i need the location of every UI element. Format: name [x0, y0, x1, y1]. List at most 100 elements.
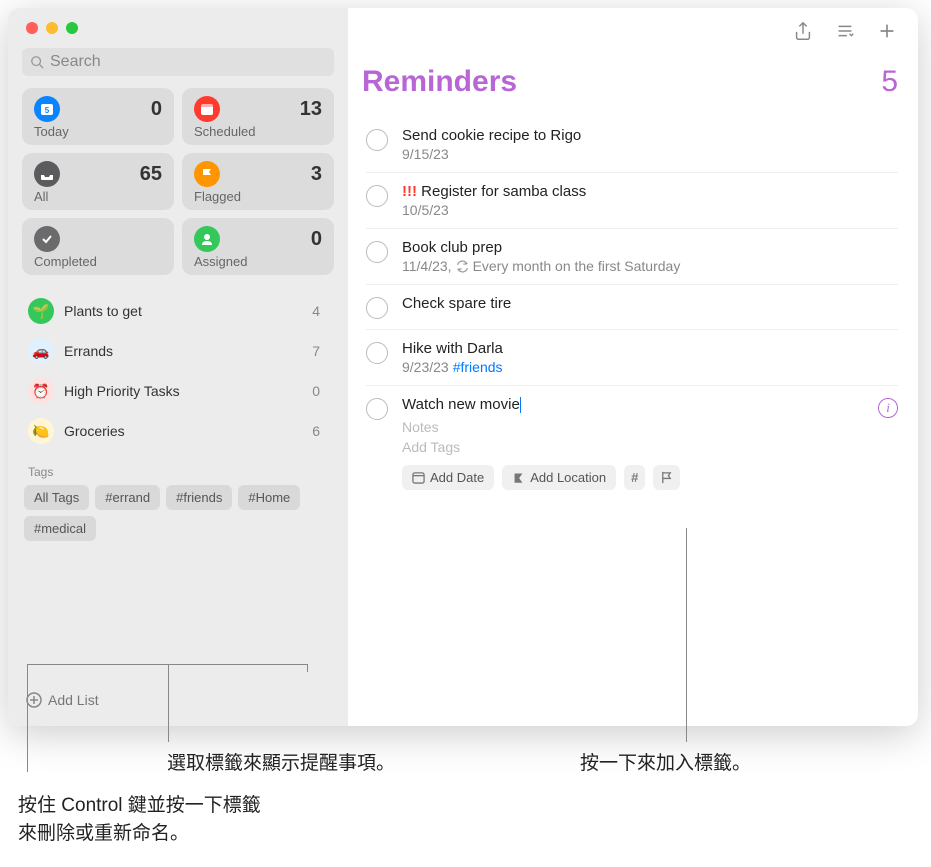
- reminders-list: Send cookie recipe to Rigo 9/15/23 !!! R…: [362, 117, 898, 500]
- location-icon: [512, 471, 525, 484]
- person-icon: [194, 226, 220, 252]
- add-date-button[interactable]: Add Date: [402, 465, 494, 490]
- tag-errand[interactable]: #errand: [95, 485, 160, 510]
- card-count: 3: [311, 163, 322, 186]
- list-count: 4: [312, 303, 320, 319]
- card-count: 65: [140, 163, 162, 186]
- list-icon: 🚗: [28, 338, 54, 364]
- plus-circle-icon: [26, 692, 42, 708]
- card-count: 13: [300, 98, 322, 121]
- complete-checkbox[interactable]: [366, 241, 388, 263]
- reminder-item[interactable]: Check spare tire: [366, 285, 898, 330]
- complete-checkbox[interactable]: [366, 297, 388, 319]
- list-item[interactable]: ⏰ High Priority Tasks 0: [22, 371, 334, 411]
- add-reminder-button[interactable]: [876, 20, 898, 47]
- add-list-button[interactable]: Add List: [22, 684, 334, 716]
- calendar-icon: [412, 471, 425, 484]
- list-total-count: 5: [881, 65, 898, 99]
- reminder-tag[interactable]: #friends: [453, 359, 503, 375]
- search-input[interactable]: Search: [22, 48, 334, 76]
- add-location-button[interactable]: Add Location: [502, 465, 616, 490]
- reminder-title: Book club prep: [402, 239, 898, 256]
- share-button[interactable]: [792, 20, 814, 47]
- reminder-date: 10/5/23: [402, 202, 898, 218]
- tag-medical[interactable]: #medical: [24, 516, 96, 541]
- list-header: Reminders 5: [362, 65, 898, 99]
- reminder-item[interactable]: Send cookie recipe to Rigo 9/15/23: [366, 117, 898, 173]
- window-controls: [22, 8, 334, 48]
- list-item[interactable]: 🚗 Errands 7: [22, 331, 334, 371]
- reminder-title: Hike with Darla: [402, 340, 898, 357]
- add-tags-placeholder[interactable]: Add Tags: [402, 439, 864, 455]
- tag-home[interactable]: #Home: [238, 485, 300, 510]
- add-list-label: Add List: [48, 692, 99, 708]
- minimize-window-button[interactable]: [46, 22, 58, 34]
- list-item[interactable]: 🍋 Groceries 6: [22, 411, 334, 451]
- reminder-date: 9/15/23: [402, 146, 898, 162]
- complete-checkbox[interactable]: [366, 398, 388, 420]
- complete-checkbox[interactable]: [366, 185, 388, 207]
- sidebar-lists: 🌱 Plants to get 4 🚗 Errands 7 ⏰ High Pri…: [22, 291, 334, 451]
- notes-placeholder[interactable]: Notes: [402, 419, 864, 435]
- plus-icon: [876, 20, 898, 42]
- card-completed[interactable]: Completed: [22, 218, 174, 275]
- list-name: Groceries: [64, 423, 302, 439]
- callout-click-add-tag: 按一下來加入標籤。: [580, 748, 751, 775]
- card-label: Scheduled: [194, 124, 322, 139]
- add-flag-button[interactable]: [653, 465, 680, 490]
- flag-icon: [660, 471, 673, 484]
- complete-checkbox[interactable]: [366, 342, 388, 364]
- reminder-date: 11/4/23, Every month on the first Saturd…: [402, 258, 898, 274]
- card-label: Flagged: [194, 189, 322, 204]
- list-icon: ⏰: [28, 378, 54, 404]
- reminder-item[interactable]: !!! Register for samba class 10/5/23: [366, 173, 898, 229]
- main-panel: Reminders 5 Send cookie recipe to Rigo 9…: [348, 8, 918, 726]
- reminder-title: Check spare tire: [402, 295, 898, 312]
- card-flagged[interactable]: 3 Flagged: [182, 153, 334, 210]
- card-label: Completed: [34, 254, 162, 269]
- tag-all[interactable]: All Tags: [24, 485, 89, 510]
- reminder-item[interactable]: Book club prep 11/4/23, Every month on t…: [366, 229, 898, 285]
- info-button[interactable]: i: [878, 398, 898, 418]
- list-count: 0: [312, 383, 320, 399]
- reminder-item[interactable]: Hike with Darla 9/23/23 #friends: [366, 330, 898, 386]
- list-name: Plants to get: [64, 303, 302, 319]
- list-icon: 🌱: [28, 298, 54, 324]
- search-icon: [30, 55, 44, 69]
- hash-icon: #: [631, 470, 638, 485]
- complete-checkbox[interactable]: [366, 129, 388, 151]
- list-title: Reminders: [362, 65, 517, 99]
- add-tag-button[interactable]: #: [624, 465, 645, 490]
- close-window-button[interactable]: [26, 22, 38, 34]
- card-today[interactable]: 5 0 Today: [22, 88, 174, 145]
- sidebar: Search 5 0 Today 13 Scheduled 6: [8, 8, 348, 726]
- toolbar: [362, 8, 898, 57]
- svg-text:5: 5: [45, 106, 50, 115]
- calendar-today-icon: 5: [34, 96, 60, 122]
- view-options-button[interactable]: [834, 20, 856, 47]
- reminder-title: !!! Register for samba class: [402, 183, 898, 200]
- tag-friends[interactable]: #friends: [166, 485, 232, 510]
- card-count: 0: [311, 228, 322, 251]
- card-scheduled[interactable]: 13 Scheduled: [182, 88, 334, 145]
- callout-control-click-line1: 按住 Control 鍵並按一下標籤: [18, 790, 261, 817]
- card-count: 0: [151, 98, 162, 121]
- list-item[interactable]: 🌱 Plants to get 4: [22, 291, 334, 331]
- reminder-item-editing[interactable]: Watch new movie Notes Add Tags Add Date …: [366, 386, 898, 500]
- reminder-title-input[interactable]: Watch new movie: [402, 396, 864, 413]
- search-placeholder: Search: [50, 53, 101, 71]
- list-name: Errands: [64, 343, 302, 359]
- repeat-icon: [456, 260, 469, 273]
- smart-list-cards: 5 0 Today 13 Scheduled 65 All: [22, 88, 334, 275]
- card-all[interactable]: 65 All: [22, 153, 174, 210]
- fullscreen-window-button[interactable]: [66, 22, 78, 34]
- flag-icon: [194, 161, 220, 187]
- list-count: 6: [312, 423, 320, 439]
- tray-icon: [34, 161, 60, 187]
- tags-section-title: Tags: [28, 465, 334, 479]
- card-label: Today: [34, 124, 162, 139]
- list-count: 7: [312, 343, 320, 359]
- card-assigned[interactable]: 0 Assigned: [182, 218, 334, 275]
- reminder-date: 9/23/23 #friends: [402, 359, 898, 375]
- priority-indicator: !!!: [402, 183, 417, 200]
